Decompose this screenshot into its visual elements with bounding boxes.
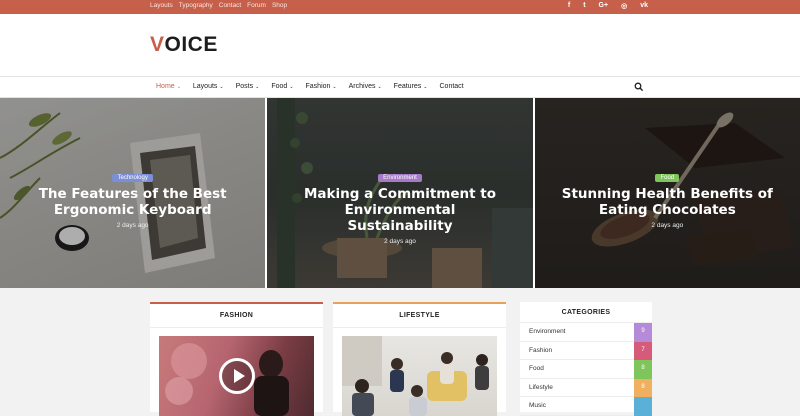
nav-item-posts[interactable]: Posts ⌄ (236, 83, 260, 90)
vk-icon[interactable]: vk (640, 2, 648, 10)
instagram-icon[interactable]: ◎ (621, 2, 627, 10)
nav-item-label: Posts (235, 83, 254, 90)
category-count-badge: 7 (634, 341, 652, 360)
category-count-badge: 8 (634, 378, 652, 397)
widget-title: FASHION (150, 304, 323, 328)
category-label: Lifestyle (529, 383, 553, 391)
lifestyle-widget: LIFESTYLE (333, 302, 506, 416)
chevron-down-icon: ⌄ (289, 84, 294, 90)
chevron-down-icon: ⌄ (255, 84, 260, 90)
slide-technology[interactable]: Technology The Features of the Best Ergo… (0, 98, 266, 288)
nav-item-features[interactable]: Features ⌄ (394, 83, 428, 90)
top-link-contact[interactable]: Contact (219, 2, 241, 9)
categories-widget: CATEGORIES Environment 9 Fashion 7 Food 8 Life… (520, 302, 652, 416)
category-count-badge: 8 (634, 360, 652, 379)
category-count-badge: 9 (634, 323, 652, 342)
slide-environment[interactable]: Environment Making a Commitment to Envir… (267, 98, 533, 288)
nav-item-label: Home (156, 83, 175, 90)
social-links: f t G+ ◎ vk (568, 2, 648, 10)
lifestyle-photo[interactable] (342, 336, 497, 416)
category-label: Music (529, 402, 546, 409)
slide-tag[interactable]: Technology (112, 174, 153, 182)
nav-item-label: Food (271, 83, 288, 90)
fashion-video-thumb[interactable] (159, 336, 314, 416)
nav-item-home[interactable]: Home ⌄ (156, 83, 181, 90)
category-label: Environment (529, 328, 566, 335)
nav-item-label: Fashion (305, 83, 331, 90)
slide-date: 2 days ago (651, 222, 684, 229)
slide-date: 2 days ago (116, 222, 149, 229)
featured-slider: Technology The Features of the Best Ergo… (0, 98, 800, 288)
main-nav: Home ⌄ Layouts ⌄ Posts ⌄ Food ⌄ Fashion ⌄ Archives… (0, 76, 800, 98)
top-links: Layouts Typography Contact Forum Shop (150, 2, 287, 9)
category-label: Food (529, 365, 544, 372)
nav-item-label: Archives (348, 83, 376, 90)
category-item[interactable]: Food 8 (520, 360, 652, 379)
logo-letter-v: V (150, 33, 165, 56)
nav-item-label: Contact (439, 83, 464, 90)
fashion-widget: FASHION (150, 302, 323, 416)
slide-title[interactable]: Making a Commitment to Environmental Sus… (267, 186, 532, 234)
search-icon[interactable] (634, 82, 644, 92)
nav-items: Home ⌄ Layouts ⌄ Posts ⌄ Food ⌄ Fashion ⌄ Archives… (156, 83, 464, 90)
twitter-icon[interactable]: t (583, 2, 585, 10)
category-item[interactable]: Fashion 7 (520, 341, 652, 360)
chevron-down-icon: ⌄ (423, 84, 428, 90)
chevron-down-icon: ⌄ (332, 84, 337, 90)
category-label: Fashion (529, 346, 553, 354)
chevron-down-icon: ⌄ (176, 84, 181, 90)
top-bar: Layouts Typography Contact Forum Shop f t G+ ◎ v… (0, 0, 800, 14)
logo-text: OICE (164, 33, 218, 56)
widget-title: CATEGORIES (520, 302, 652, 323)
nav-item-food[interactable]: Food ⌄ (271, 83, 293, 90)
chevron-down-icon: ⌄ (219, 84, 224, 90)
chevron-down-icon: ⌄ (377, 84, 382, 90)
widget-title: LIFESTYLE (333, 304, 506, 328)
play-icon[interactable] (219, 358, 255, 394)
slide-title[interactable]: The Features of the Best Ergonomic Keybo… (0, 186, 265, 218)
google-plus-icon[interactable]: G+ (599, 2, 609, 10)
nav-item-fashion[interactable]: Fashion ⌄ (306, 83, 337, 90)
slide-title[interactable]: Stunning Health Benefits of Eating Choco… (535, 186, 800, 218)
site-logo[interactable]: VOICE (150, 33, 218, 57)
slide-tag[interactable]: Food (655, 174, 680, 182)
top-link-layouts[interactable]: Layouts (150, 2, 173, 9)
top-link-forum[interactable]: Forum (247, 2, 266, 9)
slide-food[interactable]: Food Stunning Health Benefits of Eating … (534, 98, 800, 288)
top-link-shop[interactable]: Shop (272, 2, 287, 9)
nav-item-contact[interactable]: Contact (440, 83, 464, 90)
category-item[interactable]: Lifestyle 8 (520, 378, 652, 397)
nav-item-label: Features (393, 83, 422, 90)
category-item[interactable]: Music (520, 397, 652, 416)
category-item[interactable]: Environment 9 (520, 323, 652, 342)
nav-item-label: Layouts (192, 83, 218, 90)
category-count-badge (634, 397, 652, 416)
facebook-icon[interactable]: f (568, 2, 570, 10)
site-header: VOICE (0, 14, 800, 76)
top-link-typography[interactable]: Typography (179, 2, 213, 9)
nav-item-layouts[interactable]: Layouts ⌄ (193, 83, 224, 90)
slide-tag[interactable]: Environment (378, 174, 422, 182)
category-list: Environment 9 Fashion 7 Food 8 Lifestyle 8 Music (520, 323, 652, 416)
nav-item-archives[interactable]: Archives ⌄ (349, 83, 382, 90)
slide-date: 2 days ago (384, 238, 416, 245)
